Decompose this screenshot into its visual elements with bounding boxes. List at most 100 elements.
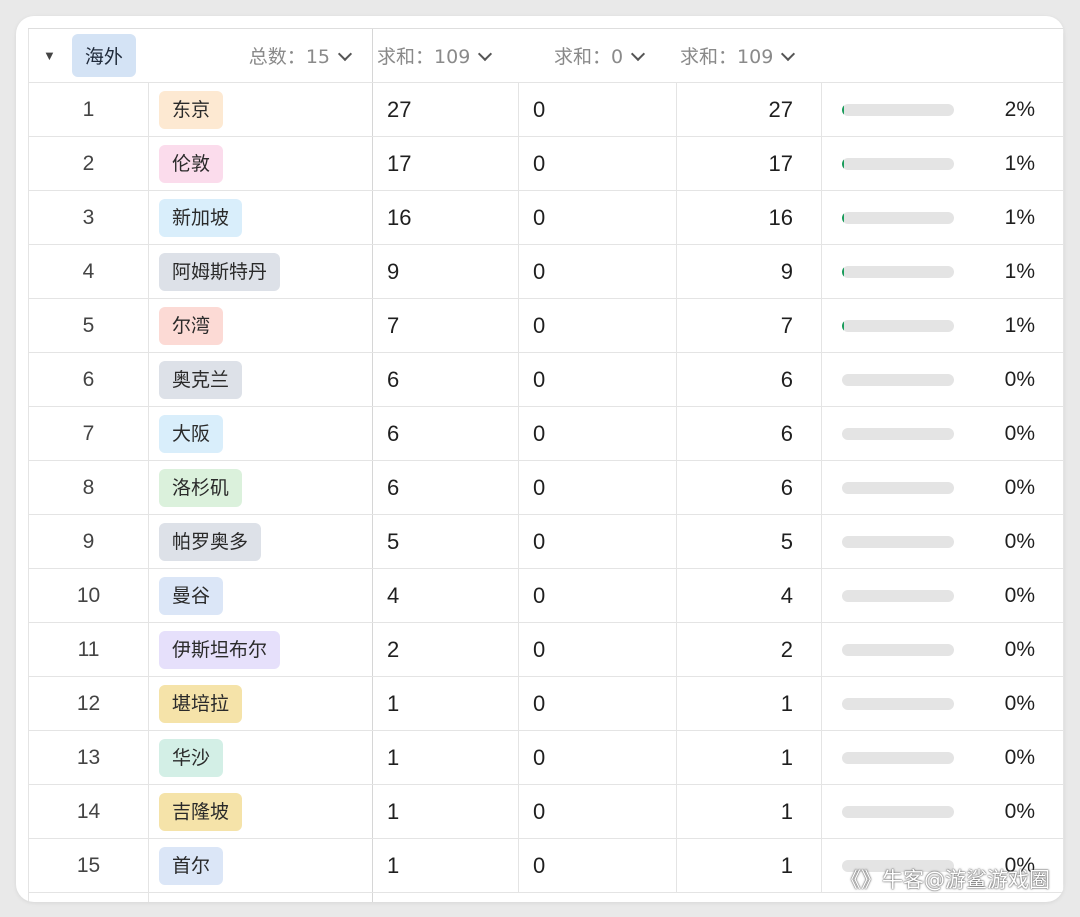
city-cell[interactable]: 阿姆斯特丹 — [148, 245, 372, 298]
table-row[interactable]: 14 吉隆坡 1 0 1 0% — [28, 785, 1064, 839]
value-cell-c[interactable]: 1 — [676, 677, 821, 730]
city-cell[interactable]: 奥克兰 — [148, 353, 372, 406]
chevron-down-icon[interactable] — [337, 46, 353, 62]
chevron-down-icon[interactable] — [781, 46, 796, 62]
row-index-cell[interactable]: 1 — [28, 83, 148, 136]
value-cell-c[interactable]: 1 — [676, 785, 821, 838]
table-row[interactable]: 6 奥克兰 6 0 6 0% — [28, 353, 1064, 407]
city-cell[interactable]: 新加坡 — [148, 191, 372, 244]
group-header-cell[interactable]: ▼ 海外 总数：15 — [28, 29, 372, 82]
city-cell[interactable]: 曼谷 — [148, 569, 372, 622]
value-cell-b[interactable]: 0 — [518, 137, 676, 190]
value-cell-a[interactable]: 1 — [372, 731, 518, 784]
table-row[interactable]: 7 大阪 6 0 6 0% — [28, 407, 1064, 461]
city-cell[interactable]: 大阪 — [148, 407, 372, 460]
value-cell-b[interactable]: 0 — [518, 83, 676, 136]
value-cell-b[interactable]: 0 — [518, 839, 676, 892]
progress-cell[interactable]: 0% — [821, 569, 1064, 622]
row-index-cell[interactable]: 4 — [28, 245, 148, 298]
table-row[interactable]: 4 阿姆斯特丹 9 0 9 1% — [28, 245, 1064, 299]
row-index-cell[interactable]: 12 — [28, 677, 148, 730]
value-cell-a[interactable]: 9 — [372, 245, 518, 298]
value-cell-a[interactable]: 1 — [372, 785, 518, 838]
table-row[interactable]: 12 堪培拉 1 0 1 0% — [28, 677, 1064, 731]
table-row[interactable]: 13 华沙 1 0 1 0% — [28, 731, 1064, 785]
row-index-cell[interactable]: 9 — [28, 515, 148, 568]
table-row[interactable]: 8 洛杉矶 6 0 6 0% — [28, 461, 1064, 515]
value-cell-a[interactable]: 17 — [372, 137, 518, 190]
progress-cell[interactable]: 0% — [821, 731, 1064, 784]
row-index-cell[interactable]: 7 — [28, 407, 148, 460]
value-cell-b[interactable]: 0 — [518, 191, 676, 244]
progress-cell[interactable]: 1% — [821, 191, 1064, 244]
value-cell-b[interactable]: 0 — [518, 569, 676, 622]
row-index-cell[interactable]: 11 — [28, 623, 148, 676]
table-row[interactable]: 5 尔湾 7 0 7 1% — [28, 299, 1064, 353]
value-cell-b[interactable]: 0 — [518, 785, 676, 838]
value-cell-c[interactable]: 9 — [676, 245, 821, 298]
value-cell-b[interactable]: 0 — [518, 299, 676, 352]
value-cell-c[interactable]: 2 — [676, 623, 821, 676]
value-cell-a[interactable]: 5 — [372, 515, 518, 568]
value-cell-a[interactable]: 6 — [372, 407, 518, 460]
value-cell-c[interactable]: 1 — [676, 839, 821, 892]
value-cell-c[interactable]: 16 — [676, 191, 821, 244]
progress-cell[interactable]: 0% — [821, 407, 1064, 460]
city-cell[interactable]: 华沙 — [148, 731, 372, 784]
city-cell[interactable]: 吉隆坡 — [148, 785, 372, 838]
city-cell[interactable]: 伦敦 — [148, 137, 372, 190]
value-cell-c[interactable]: 17 — [676, 137, 821, 190]
city-cell[interactable]: 洛杉矶 — [148, 461, 372, 514]
progress-cell[interactable]: 1% — [821, 299, 1064, 352]
value-cell-b[interactable]: 0 — [518, 353, 676, 406]
row-index-cell[interactable]: 15 — [28, 839, 148, 892]
value-cell-c[interactable]: 1 — [676, 731, 821, 784]
value-cell-b[interactable]: 0 — [518, 245, 676, 298]
row-index-cell[interactable]: 14 — [28, 785, 148, 838]
value-cell-a[interactable]: 6 — [372, 353, 518, 406]
value-cell-c[interactable]: 6 — [676, 353, 821, 406]
progress-cell[interactable]: 0% — [821, 623, 1064, 676]
table-row[interactable]: 11 伊斯坦布尔 2 0 2 0% — [28, 623, 1064, 677]
value-cell-b[interactable]: 0 — [518, 623, 676, 676]
sum-summary-1[interactable]: 求和：109 — [372, 29, 518, 82]
value-cell-a[interactable]: 7 — [372, 299, 518, 352]
table-row[interactable]: 1 东京 27 0 27 2% — [28, 83, 1064, 137]
value-cell-c[interactable]: 7 — [676, 299, 821, 352]
value-cell-b[interactable]: 0 — [518, 731, 676, 784]
progress-cell[interactable]: 1% — [821, 245, 1064, 298]
row-index-cell[interactable]: 3 — [28, 191, 148, 244]
value-cell-c[interactable]: 6 — [676, 407, 821, 460]
progress-cell[interactable]: 0% — [821, 515, 1064, 568]
value-cell-a[interactable]: 27 — [372, 83, 518, 136]
city-cell[interactable]: 堪培拉 — [148, 677, 372, 730]
progress-cell[interactable]: 0% — [821, 353, 1064, 406]
city-cell[interactable]: 伊斯坦布尔 — [148, 623, 372, 676]
row-index-cell[interactable]: 13 — [28, 731, 148, 784]
table-row[interactable]: 3 新加坡 16 0 16 1% — [28, 191, 1064, 245]
value-cell-a[interactable]: 16 — [372, 191, 518, 244]
row-index-cell[interactable]: 10 — [28, 569, 148, 622]
value-cell-a[interactable]: 6 — [372, 461, 518, 514]
table-row[interactable]: 10 曼谷 4 0 4 0% — [28, 569, 1064, 623]
row-index-cell[interactable]: 8 — [28, 461, 148, 514]
row-index-cell[interactable]: 6 — [28, 353, 148, 406]
value-cell-b[interactable]: 0 — [518, 515, 676, 568]
group-header-row[interactable]: ▼ 海外 总数：15 求和：109 求和：0 求和：109 — [28, 29, 1064, 83]
value-cell-a[interactable]: 1 — [372, 677, 518, 730]
value-cell-c[interactable]: 6 — [676, 461, 821, 514]
value-cell-b[interactable]: 0 — [518, 677, 676, 730]
value-cell-b[interactable]: 0 — [518, 407, 676, 460]
row-index-cell[interactable]: 5 — [28, 299, 148, 352]
table-row[interactable]: 9 帕罗奥多 5 0 5 0% — [28, 515, 1064, 569]
progress-cell[interactable]: 0% — [821, 461, 1064, 514]
sum-summary-2[interactable]: 求和：0 — [518, 29, 676, 82]
progress-cell[interactable]: 2% — [821, 83, 1064, 136]
city-cell[interactable]: 东京 — [148, 83, 372, 136]
progress-cell[interactable]: 0% — [821, 785, 1064, 838]
value-cell-a[interactable]: 2 — [372, 623, 518, 676]
value-cell-c[interactable]: 4 — [676, 569, 821, 622]
value-cell-b[interactable]: 0 — [518, 461, 676, 514]
chevron-down-icon[interactable] — [478, 46, 493, 62]
chevron-down-icon[interactable] — [631, 46, 646, 62]
